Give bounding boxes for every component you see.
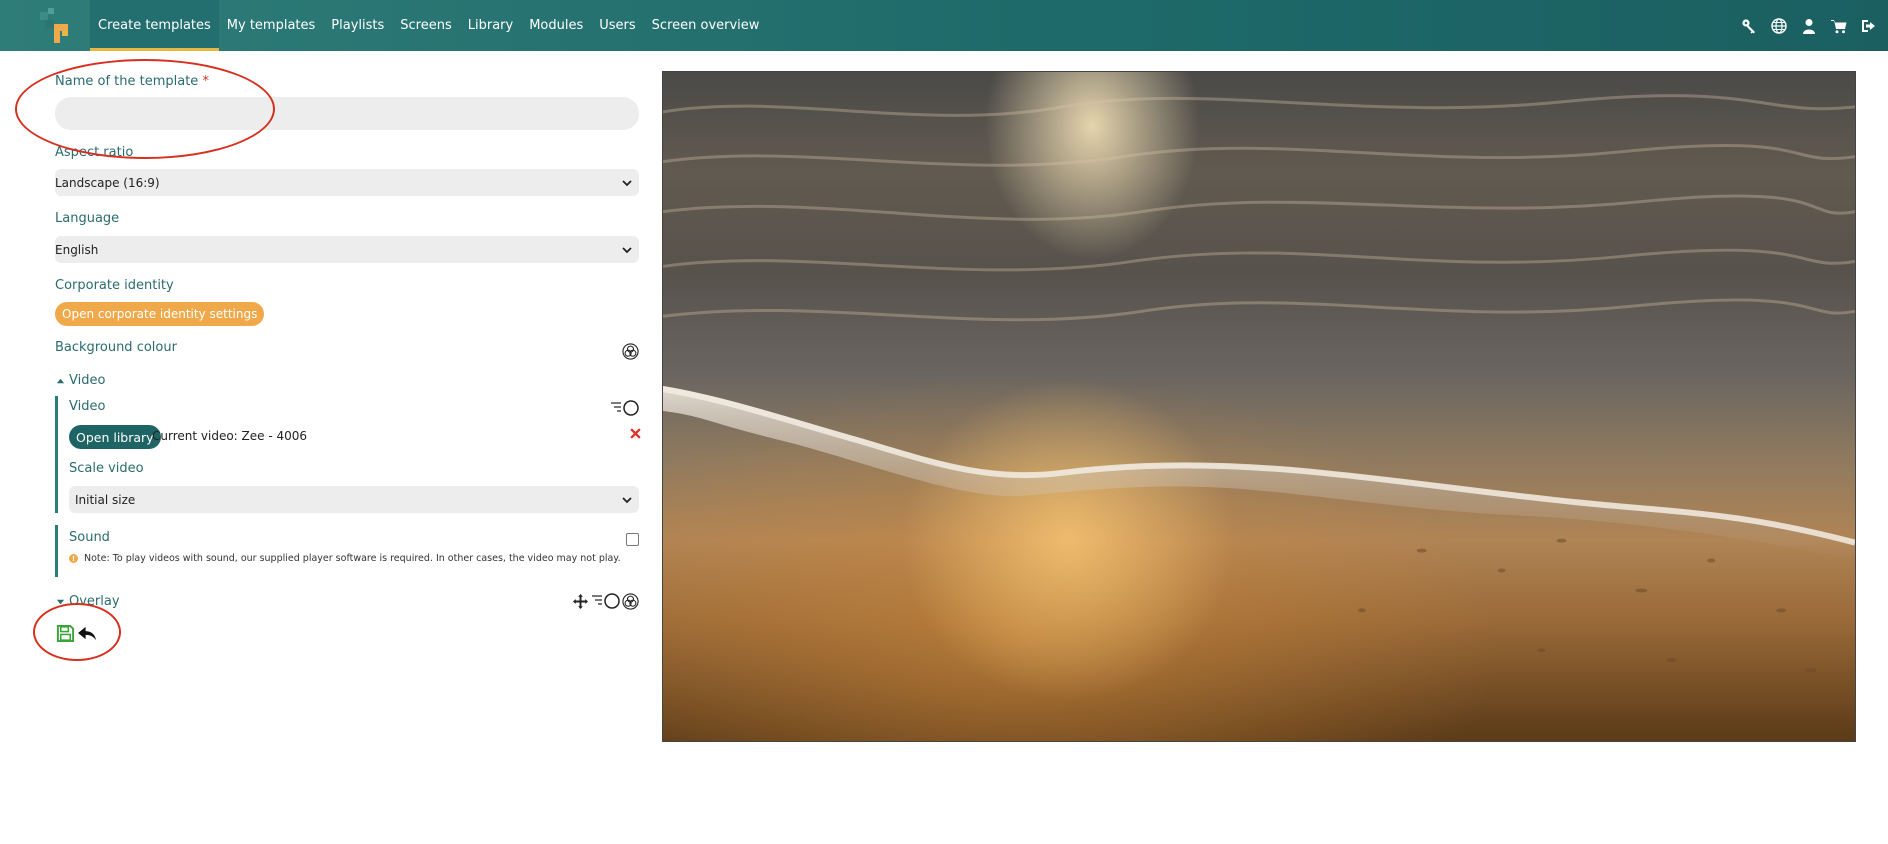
- save-icon[interactable]: [55, 623, 75, 643]
- overlay-section-title[interactable]: Overlay: [69, 594, 120, 609]
- language-label: Language: [55, 211, 120, 226]
- scale-video-label: Scale video: [69, 461, 144, 476]
- globe-icon[interactable]: [1770, 17, 1788, 35]
- aspect-ratio-select[interactable]: Landscape (16:9): [55, 169, 639, 196]
- logout-icon[interactable]: [1860, 17, 1878, 35]
- info-icon: !: [69, 554, 78, 563]
- user-icon[interactable]: [1800, 17, 1818, 35]
- nav-playlists[interactable]: Playlists: [323, 0, 392, 51]
- open-corporate-identity-button[interactable]: Open corporate identity settings: [55, 302, 265, 326]
- aspect-ratio-label: Aspect ratio: [55, 145, 134, 160]
- nav-my-templates[interactable]: My templates: [219, 0, 324, 51]
- nav-screen-overview[interactable]: Screen overview: [644, 0, 768, 51]
- key-icon[interactable]: [1740, 17, 1758, 35]
- nav-create-templates[interactable]: Create templates: [90, 0, 219, 51]
- nav-library[interactable]: Library: [460, 0, 521, 51]
- language-select[interactable]: English: [55, 236, 639, 263]
- caret-up-icon[interactable]: [55, 375, 65, 385]
- template-name-label: Name of the template *: [55, 74, 209, 89]
- nav-users[interactable]: Users: [591, 0, 643, 51]
- cart-icon[interactable]: [1830, 17, 1848, 35]
- nav-screens[interactable]: Screens: [392, 0, 459, 51]
- video-preview: [662, 71, 1856, 742]
- language-value: English: [55, 242, 99, 257]
- remove-video-icon[interactable]: [629, 427, 641, 439]
- logo-icon: [40, 7, 68, 43]
- scale-video-select[interactable]: Initial size: [69, 486, 639, 513]
- sound-label: Sound: [69, 530, 110, 545]
- color-picker-icon[interactable]: [621, 592, 639, 610]
- video-section-title[interactable]: Video: [69, 373, 105, 388]
- sound-note: ! Note: To play videos with sound, our s…: [69, 553, 621, 564]
- sound-section-bar: [55, 525, 58, 577]
- chevron-down-icon: [622, 496, 632, 503]
- sound-checkbox[interactable]: [626, 533, 639, 546]
- caret-down-icon[interactable]: [55, 597, 65, 607]
- chevron-down-icon: [622, 179, 632, 186]
- video-label: Video: [69, 399, 106, 414]
- corporate-identity-label: Corporate identity: [55, 278, 174, 293]
- nav-modules[interactable]: Modules: [521, 0, 591, 51]
- aspect-ratio-value: Landscape (16:9): [55, 175, 160, 190]
- background-colour-label: Background colour: [55, 340, 177, 355]
- color-picker-icon[interactable]: [621, 342, 639, 360]
- beach-video-frame: [663, 94, 1855, 673]
- filter-circle-icon[interactable]: [610, 399, 640, 417]
- sound-note-text: Note: To play videos with sound, our sup…: [84, 553, 621, 564]
- video-section-bar: [55, 396, 58, 513]
- template-name-input[interactable]: [55, 97, 639, 130]
- scale-video-value: Initial size: [75, 492, 136, 507]
- chevron-down-icon: [622, 246, 632, 253]
- top-navbar: Create templates My templates Playlists …: [0, 0, 1888, 51]
- app-logo[interactable]: [20, 0, 90, 51]
- back-arrow-icon[interactable]: [76, 624, 98, 642]
- current-video-text: Current video: Zee - 4006: [152, 429, 308, 443]
- nav-icon-group: [1740, 0, 1878, 51]
- open-library-button[interactable]: Open library: [69, 425, 161, 449]
- filter-circle-icon[interactable]: [591, 592, 621, 610]
- move-icon[interactable]: [571, 592, 589, 610]
